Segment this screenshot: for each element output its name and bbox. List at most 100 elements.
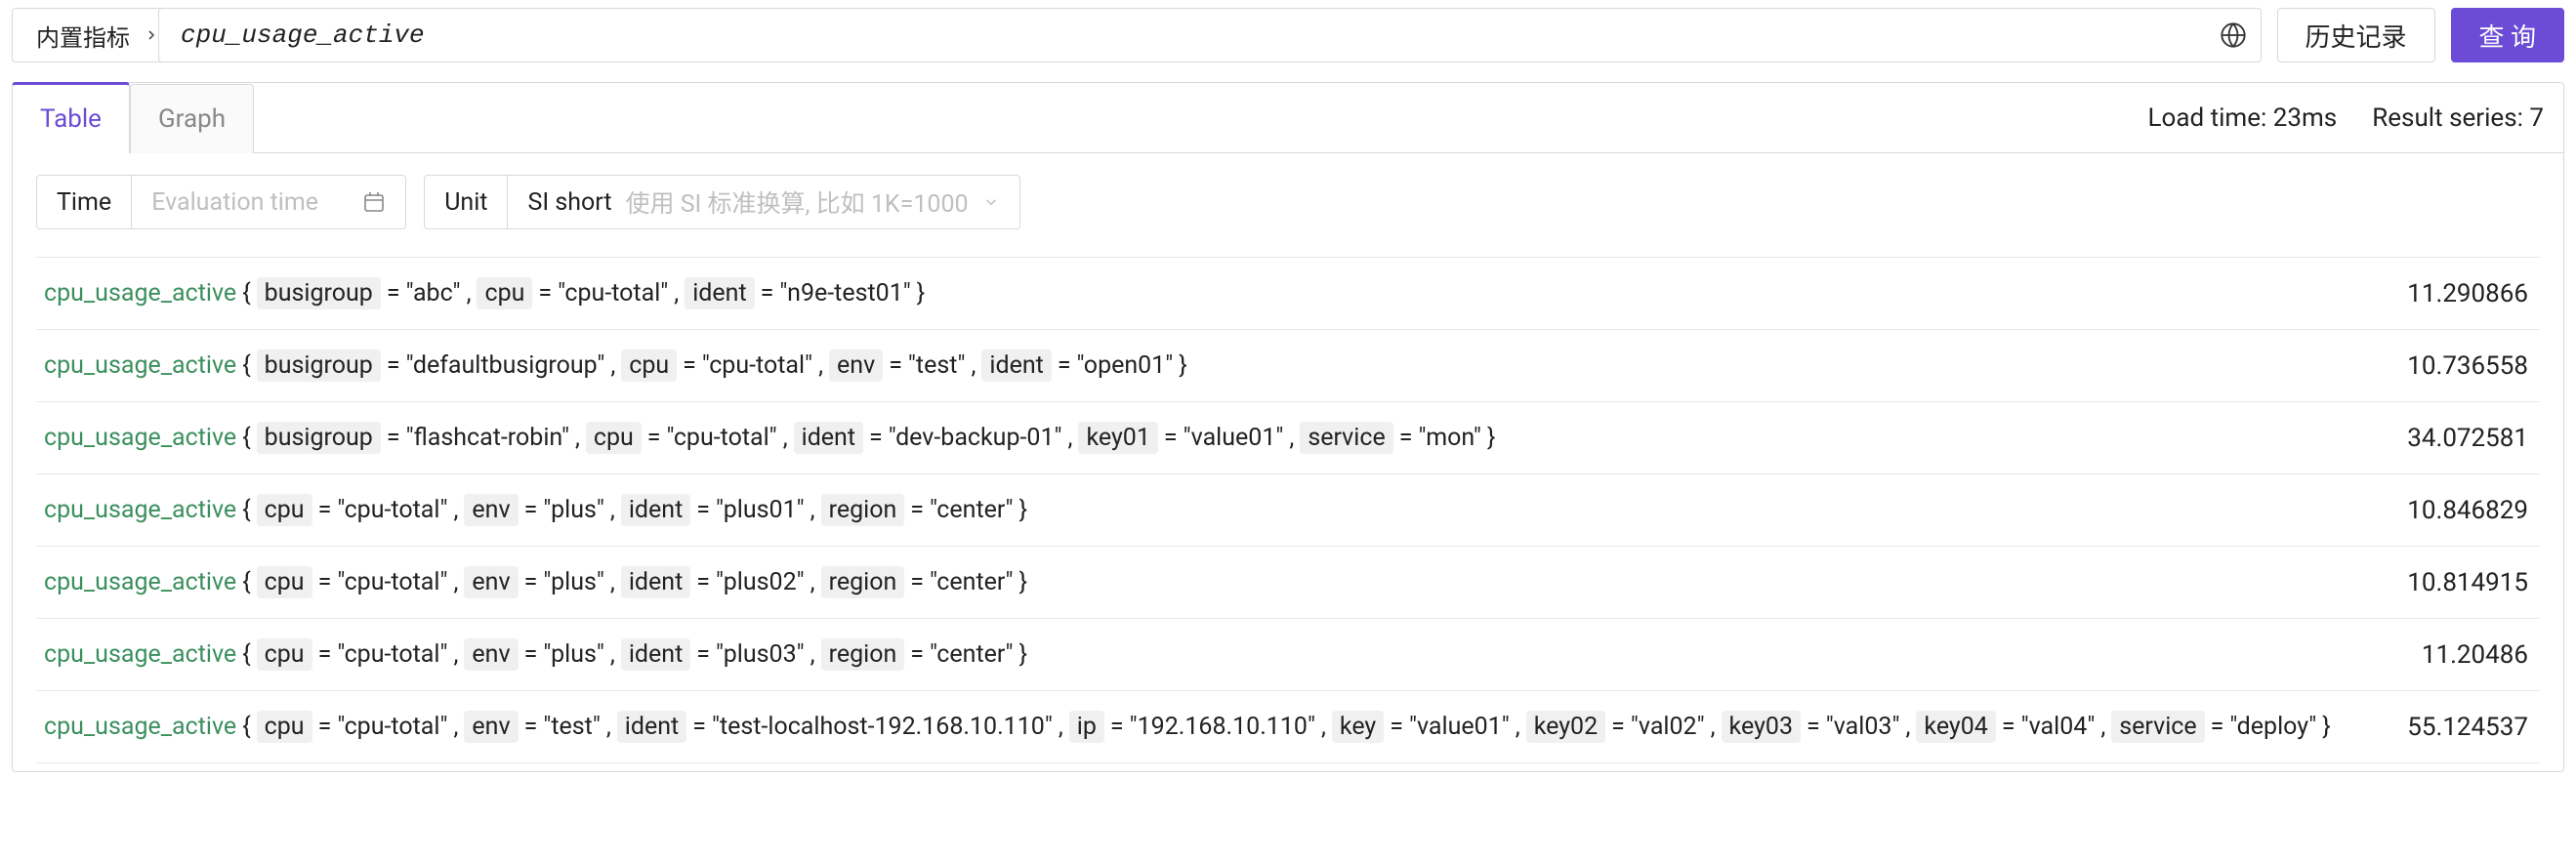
tag-key: region [821, 566, 905, 598]
tag-key: ip [1069, 711, 1104, 743]
tag-value: "plus01" [716, 496, 805, 524]
tag-key: key04 [1916, 711, 1995, 743]
load-time: Load time: 23ms [2148, 103, 2338, 133]
result-series: Result series: 7 [2372, 103, 2544, 133]
metric-name: cpu_usage_active [44, 496, 236, 524]
tag-value: "open01" [1077, 351, 1174, 380]
tag-value: "center" [930, 568, 1014, 596]
metric-selector[interactable]: 内置指标 [12, 8, 175, 62]
value-cell: 10.814915 [2407, 568, 2528, 597]
time-control: Time Evaluation time [36, 175, 406, 229]
history-button-label: 历史记录 [2306, 18, 2407, 54]
tag-key: cpu [257, 566, 312, 598]
metric-cell: cpu_usage_active { cpu ="cpu-total", env… [44, 711, 2331, 743]
results-panel: Table Graph Load time: 23ms Result serie… [12, 82, 2564, 772]
tag-key: region [821, 494, 905, 526]
tag-value: "192.168.10.110" [1130, 713, 1315, 741]
table-row: cpu_usage_active { busigroup ="flashcat-… [36, 401, 2540, 473]
tag-key: busigroup [257, 349, 381, 382]
globe-icon [2220, 21, 2247, 49]
tag-value: "n9e-test01" [779, 279, 910, 308]
stats: Load time: 23ms Result series: 7 [2148, 103, 2544, 133]
tag-value: "center" [930, 640, 1014, 669]
tabs-row: Table Graph Load time: 23ms Result serie… [13, 83, 2563, 153]
query-box: cpu_usage_active [158, 8, 2262, 62]
value-cell: 11.20486 [2422, 640, 2528, 670]
tag-key: env [464, 566, 518, 598]
tag-key: ident [621, 566, 690, 598]
metric-cell: cpu_usage_active { cpu ="cpu-total", env… [44, 638, 1027, 671]
time-input[interactable]: Evaluation time [132, 176, 405, 228]
tag-value: "val04" [2021, 713, 2096, 741]
metric-name: cpu_usage_active [44, 713, 236, 741]
time-placeholder: Evaluation time [151, 188, 318, 217]
tag-key: region [821, 638, 905, 671]
tag-key: key01 [1078, 422, 1157, 454]
calendar-icon [362, 190, 386, 214]
tag-key: ident [981, 349, 1051, 382]
tag-key: busigroup [257, 422, 381, 454]
metric-name: cpu_usage_active [44, 424, 236, 452]
tag-value: "val03" [1826, 713, 1900, 741]
tag-value: "value01" [1184, 424, 1284, 452]
value-cell: 11.290866 [2407, 279, 2528, 308]
metric-cell: cpu_usage_active { busigroup ="flashcat-… [44, 422, 1495, 454]
top-bar: 内置指标 cpu_usage_active 历史记录 查 询 [12, 8, 2564, 62]
tag-value: "cpu-total" [337, 496, 447, 524]
tag-value: "cpu-total" [558, 279, 668, 308]
tag-key: cpu [257, 494, 312, 526]
value-cell: 34.072581 [2407, 424, 2528, 453]
value-cell: 10.736558 [2407, 351, 2528, 381]
tab-table[interactable]: Table [12, 82, 130, 153]
chevron-right-icon [144, 27, 159, 43]
unit-select[interactable]: SI short 使用 SI 标准换算, 比如 1K=1000 [508, 176, 1018, 228]
tag-value: "test" [908, 351, 966, 380]
history-button[interactable]: 历史记录 [2277, 8, 2435, 62]
tag-value: "defaultbusigroup" [406, 351, 605, 380]
tab-table-label: Table [40, 104, 102, 134]
globe-button[interactable] [2206, 9, 2261, 62]
tag-key: cpu [257, 711, 312, 743]
tag-key: env [829, 349, 883, 382]
tag-value: "plus" [543, 568, 604, 596]
tag-key: ident [794, 422, 863, 454]
value-cell: 55.124537 [2407, 713, 2528, 742]
table-row: cpu_usage_active { busigroup ="defaultbu… [36, 329, 2540, 401]
value-cell: 10.846829 [2407, 496, 2528, 525]
unit-value: SI short [527, 188, 611, 217]
tag-key: ident [617, 711, 686, 743]
unit-label: Unit [425, 176, 508, 228]
table-row: cpu_usage_active { cpu ="cpu-total", env… [36, 618, 2540, 690]
query-button[interactable]: 查 询 [2451, 8, 2564, 62]
tag-key: ident [621, 638, 690, 671]
tag-key: env [464, 494, 518, 526]
tag-value: "test" [543, 713, 601, 741]
metric-cell: cpu_usage_active { cpu ="cpu-total", env… [44, 566, 1027, 598]
tag-value: "deploy" [2229, 713, 2316, 741]
tag-value: "dev-backup-01" [889, 424, 1062, 452]
tag-value: "cpu-total" [337, 568, 447, 596]
tag-key: service [1300, 422, 1392, 454]
tag-value: "value01" [1409, 713, 1510, 741]
query-input[interactable]: cpu_usage_active [159, 9, 2206, 62]
tag-value: "mon" [1418, 424, 1481, 452]
metric-cell: cpu_usage_active { cpu ="cpu-total", env… [44, 494, 1027, 526]
tag-value: "cpu-total" [702, 351, 812, 380]
unit-control: Unit SI short 使用 SI 标准换算, 比如 1K=1000 [424, 175, 1019, 229]
tag-value: "plus" [543, 640, 604, 669]
tag-key: busigroup [257, 277, 381, 309]
tag-key: cpu [586, 422, 642, 454]
tag-key: cpu [257, 638, 312, 671]
tag-key: key [1332, 711, 1384, 743]
tag-key: key03 [1722, 711, 1801, 743]
tag-value: "abc" [406, 279, 461, 308]
tag-key: env [464, 638, 518, 671]
metric-cell: cpu_usage_active { busigroup ="defaultbu… [44, 349, 1187, 382]
tab-graph[interactable]: Graph [130, 84, 254, 153]
table-row: cpu_usage_active { cpu ="cpu-total", env… [36, 546, 2540, 618]
tag-key: cpu [477, 277, 532, 309]
tag-value: "cpu-total" [337, 713, 447, 741]
tag-value: "plus03" [716, 640, 805, 669]
query-button-label: 查 询 [2479, 18, 2536, 54]
table-row: cpu_usage_active { cpu ="cpu-total", env… [36, 690, 2540, 763]
